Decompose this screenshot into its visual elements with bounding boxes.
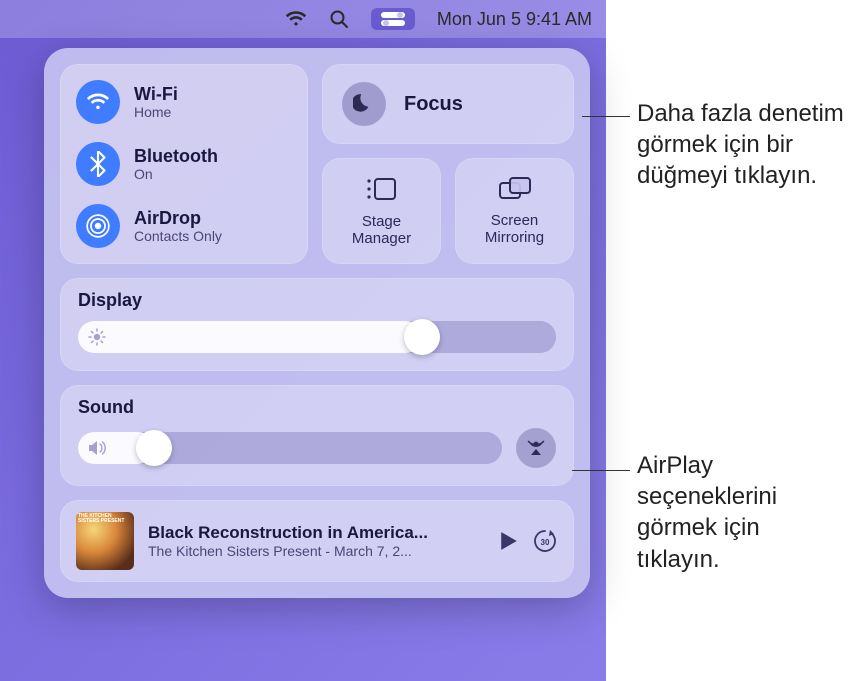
screen-mirroring-button[interactable]: Screen Mirroring <box>455 158 574 264</box>
stage-manager-label: Stage Manager <box>352 214 411 247</box>
wifi-toggle[interactable]: Wi-Fi Home <box>74 74 294 130</box>
spotlight-icon[interactable] <box>329 9 349 29</box>
wifi-icon <box>76 80 120 124</box>
sound-volume-slider[interactable] <box>78 432 502 464</box>
display-panel: Display <box>60 278 574 371</box>
airdrop-label: AirDrop <box>134 208 222 229</box>
bluetooth-status: On <box>134 166 218 182</box>
wifi-label: Wi-Fi <box>134 84 178 105</box>
display-title: Display <box>78 290 556 311</box>
brightness-icon <box>88 328 106 346</box>
sound-panel: Sound <box>60 385 574 486</box>
control-center-panel: Wi-Fi Home Bluetooth On <box>44 48 590 598</box>
focus-button[interactable]: Focus <box>322 64 574 144</box>
airdrop-status: Contacts Only <box>134 228 222 244</box>
now-playing-subtitle: The Kitchen Sisters Present - March 7, 2… <box>148 543 486 559</box>
now-playing-panel[interactable]: THE KITCHEN SISTERS PRESENT Black Recons… <box>60 500 574 582</box>
airdrop-toggle[interactable]: AirDrop Contacts Only <box>74 198 294 254</box>
airplay-icon <box>524 435 548 462</box>
menubar-datetime[interactable]: Mon Jun 5 9:41 AM <box>437 9 592 30</box>
screen-mirroring-icon <box>498 176 532 207</box>
bluetooth-label: Bluetooth <box>134 146 218 167</box>
control-center-menubar-icon[interactable] <box>371 8 415 30</box>
skip-forward-30-button[interactable]: 30 <box>532 528 558 554</box>
callout-line <box>572 470 630 471</box>
stage-manager-button[interactable]: Stage Manager <box>322 158 441 264</box>
screen-mirroring-label: Screen Mirroring <box>485 213 544 246</box>
wifi-menubar-icon[interactable] <box>285 11 307 27</box>
airdrop-icon <box>76 204 120 248</box>
menubar: Mon Jun 5 9:41 AM <box>0 0 606 38</box>
play-button[interactable] <box>500 531 518 551</box>
now-playing-artwork: THE KITCHEN SISTERS PRESENT <box>76 512 134 570</box>
display-brightness-slider[interactable] <box>78 321 556 353</box>
volume-icon <box>88 440 108 456</box>
desktop-background: Mon Jun 5 9:41 AM Wi-Fi Home <box>0 0 606 681</box>
callout-airplay: AirPlay seçeneklerini görmek için tıklay… <box>637 450 847 575</box>
sound-title: Sound <box>78 397 556 418</box>
connectivity-panel: Wi-Fi Home Bluetooth On <box>60 64 308 264</box>
stage-manager-icon <box>365 175 399 208</box>
callout-line <box>582 116 630 117</box>
focus-label: Focus <box>404 93 463 116</box>
bluetooth-toggle[interactable]: Bluetooth On <box>74 136 294 192</box>
moon-icon <box>342 82 386 126</box>
now-playing-title: Black Reconstruction in America... <box>148 523 486 543</box>
svg-text:30: 30 <box>541 538 550 547</box>
callout-focus: Daha fazla denetim görmek için bir düğme… <box>637 98 847 192</box>
airplay-audio-button[interactable] <box>516 428 556 468</box>
wifi-status: Home <box>134 104 178 120</box>
bluetooth-icon <box>76 142 120 186</box>
